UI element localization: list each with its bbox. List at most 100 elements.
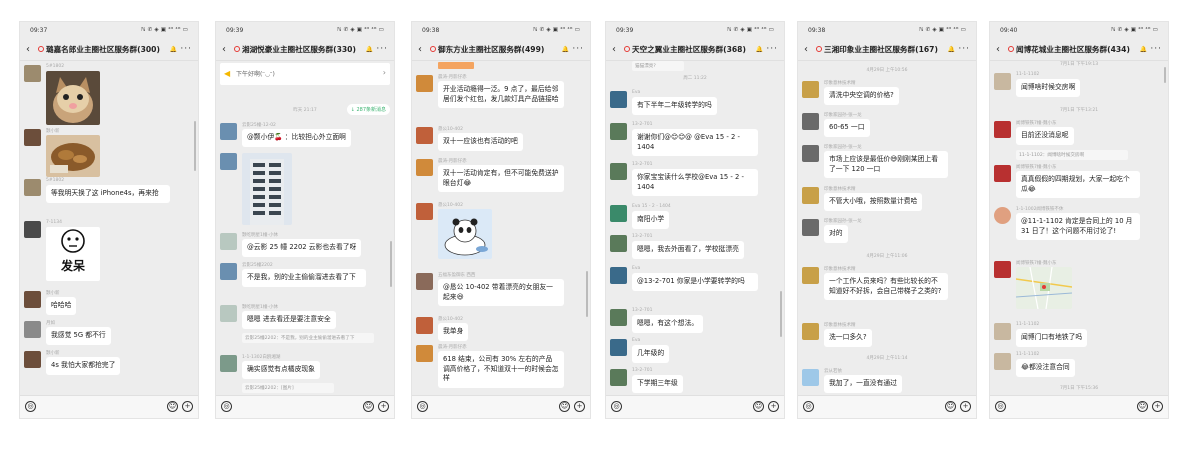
avatar[interactable] — [220, 233, 237, 250]
avatar[interactable] — [416, 159, 433, 176]
avatar[interactable] — [416, 273, 433, 290]
back-arrow-icon[interactable]: ‹ — [418, 44, 430, 55]
message-bubble[interactable]: 下学期三年级 — [632, 375, 683, 393]
message-bubble[interactable]: 双十一应该也有活动的吧 — [438, 133, 523, 151]
message-bubble[interactable]: 你家宝宝读什么学校@Eva 15 - 2 - 1404 — [632, 169, 758, 196]
avatar[interactable] — [994, 261, 1011, 278]
avatar[interactable] — [610, 163, 627, 180]
avatar[interactable] — [802, 369, 819, 386]
avatar[interactable] — [802, 113, 819, 130]
avatar[interactable] — [24, 129, 41, 146]
message-bubble[interactable]: 嗯嗯，有这个想法。 — [632, 315, 704, 333]
message-bubble[interactable]: 一个工作人员来吗？有些比较长的不知道好不好拆，会自己带梯子之类的? — [824, 273, 948, 300]
avatar[interactable] — [994, 323, 1011, 340]
avatar[interactable] — [802, 145, 819, 162]
avatar[interactable] — [24, 221, 41, 238]
avatar[interactable] — [610, 205, 627, 222]
avatar[interactable] — [416, 75, 433, 92]
avatar[interactable] — [610, 91, 627, 108]
avatar[interactable] — [610, 235, 627, 252]
more-options-icon[interactable]: ··· — [572, 44, 584, 54]
message-bubble[interactable]: 不管大小哦，按照数量计费哈 — [824, 193, 923, 211]
message-bubble[interactable]: 我加了，一直没有通过 — [824, 375, 902, 393]
message-bubble[interactable]: 等我明天换了这 iPhone4s，再来抢 — [46, 185, 170, 203]
new-messages-button[interactable]: ↓ 287条新消息 — [346, 104, 390, 115]
message-bubble[interactable]: 谢谢你们@😊😊@ @Eva 15 - 2 - 1404 — [632, 129, 758, 156]
avatar[interactable] — [220, 355, 237, 372]
message-bubble[interactable]: 市场上应该是最低价😅刚刚某团上看了一下 120 一口 — [824, 151, 948, 178]
avatar[interactable] — [416, 317, 433, 334]
message-bubble[interactable]: 确实感觉有点橘皮现象 — [242, 361, 320, 379]
message-bubble[interactable]: @颢小伊🍒 ：比较担心外立面啊 — [242, 129, 351, 147]
message-bubble[interactable]: 真真假假的四期规划，大家一起吃个瓜😂 — [1016, 171, 1140, 198]
map-image[interactable] — [1016, 267, 1072, 309]
voice-icon[interactable]: ◎ — [25, 401, 36, 412]
plus-icon[interactable]: + — [1152, 401, 1163, 412]
message-bubble[interactable]: @11-1-1102 肯定是合同上的 10 月 31 日了！这个问题不用讨论了! — [1016, 213, 1140, 240]
avatar[interactable] — [994, 165, 1011, 182]
cat-photo[interactable] — [46, 71, 100, 125]
voice-icon[interactable]: ◎ — [221, 401, 232, 412]
avatar[interactable] — [220, 305, 237, 322]
avatar[interactable] — [994, 73, 1011, 90]
avatar[interactable] — [416, 203, 433, 220]
more-options-icon[interactable]: ··· — [180, 44, 192, 54]
message-bubble[interactable]: 我感觉 5G 都不行 — [46, 327, 111, 345]
back-arrow-icon[interactable]: ‹ — [222, 44, 234, 55]
avatar[interactable] — [802, 81, 819, 98]
building-photo[interactable] — [242, 153, 292, 225]
plus-icon[interactable]: + — [378, 401, 389, 412]
avatar[interactable] — [24, 321, 41, 338]
message-bubble[interactable]: 双十一活动肯定有，但不可能免费送护眼台灯😂 — [438, 165, 564, 192]
link-card-preview[interactable] — [438, 62, 474, 69]
avatar[interactable] — [610, 267, 627, 284]
avatar[interactable] — [802, 219, 819, 236]
plus-icon[interactable]: + — [182, 401, 193, 412]
plus-icon[interactable]: + — [768, 401, 779, 412]
message-bubble[interactable]: 开业活动瘾得一泛。9 点了，最后给邻居们发个红包，发几款灯具产品链接哈 — [438, 81, 564, 108]
message-bubble[interactable]: 60-65 一口 — [824, 119, 870, 137]
emoji-icon[interactable]: ☺ — [753, 401, 764, 412]
emoji-icon[interactable]: ☺ — [1137, 401, 1148, 412]
message-bubble[interactable]: 闻博门口有地铁了吗 — [1016, 329, 1088, 347]
voice-icon[interactable]: ◎ — [995, 401, 1006, 412]
message-bubble[interactable]: @云影 25 幢 2202 云影也去看了呀 — [242, 239, 362, 257]
message-bubble[interactable]: 哈哈哈 — [46, 297, 77, 315]
more-options-icon[interactable]: ··· — [376, 44, 388, 54]
message-bubble[interactable]: 嗯嗯 进去看还是要注意安全 — [242, 311, 336, 329]
message-bubble[interactable]: 闻博啥时候交房啊 — [1016, 79, 1081, 97]
avatar[interactable] — [416, 345, 433, 362]
avatar[interactable] — [24, 351, 41, 368]
avatar[interactable] — [24, 291, 41, 308]
food-photo[interactable] — [46, 135, 100, 177]
message-bubble[interactable]: 618 结束，公司有 30% 左右的产品调高价格了，不知道双十一的时候会怎样 — [438, 351, 564, 388]
message-bubble[interactable]: 几年级的 — [632, 345, 670, 363]
more-options-icon[interactable]: ··· — [1150, 44, 1162, 54]
voice-icon[interactable]: ◎ — [803, 401, 814, 412]
more-options-icon[interactable]: ··· — [766, 44, 778, 54]
panda-sticker[interactable] — [438, 209, 492, 259]
avatar[interactable] — [802, 267, 819, 284]
message-bubble[interactable]: @恳公 10-402 带着漂亮的女朋友一起来😆 — [438, 279, 564, 306]
scrollbar[interactable] — [1164, 67, 1166, 83]
scrollbar[interactable] — [780, 291, 782, 337]
emoji-icon[interactable]: ☺ — [363, 401, 374, 412]
avatar[interactable] — [802, 187, 819, 204]
avatar[interactable] — [220, 153, 237, 170]
message-bubble[interactable]: 不是我，别的业主偷偷溜进去看了下 — [242, 269, 366, 287]
more-options-icon[interactable]: ··· — [958, 44, 970, 54]
group-notice[interactable]: ◀ 下午好啊(ᵔ◡ᵔ) › — [220, 63, 390, 85]
avatar[interactable] — [610, 309, 627, 326]
avatar[interactable] — [610, 123, 627, 140]
voice-icon[interactable]: ◎ — [417, 401, 428, 412]
avatar[interactable] — [24, 179, 41, 196]
avatar[interactable] — [994, 207, 1011, 224]
avatar[interactable] — [416, 127, 433, 144]
avatar[interactable] — [994, 353, 1011, 370]
scrollbar[interactable] — [586, 271, 588, 317]
message-bubble[interactable]: @13-2-701 你家是小学要转学的吗 — [632, 273, 758, 291]
avatar[interactable] — [220, 263, 237, 280]
back-arrow-icon[interactable]: ‹ — [612, 44, 624, 55]
message-bubble[interactable]: 南阳小学 — [632, 211, 670, 229]
plus-icon[interactable]: + — [960, 401, 971, 412]
